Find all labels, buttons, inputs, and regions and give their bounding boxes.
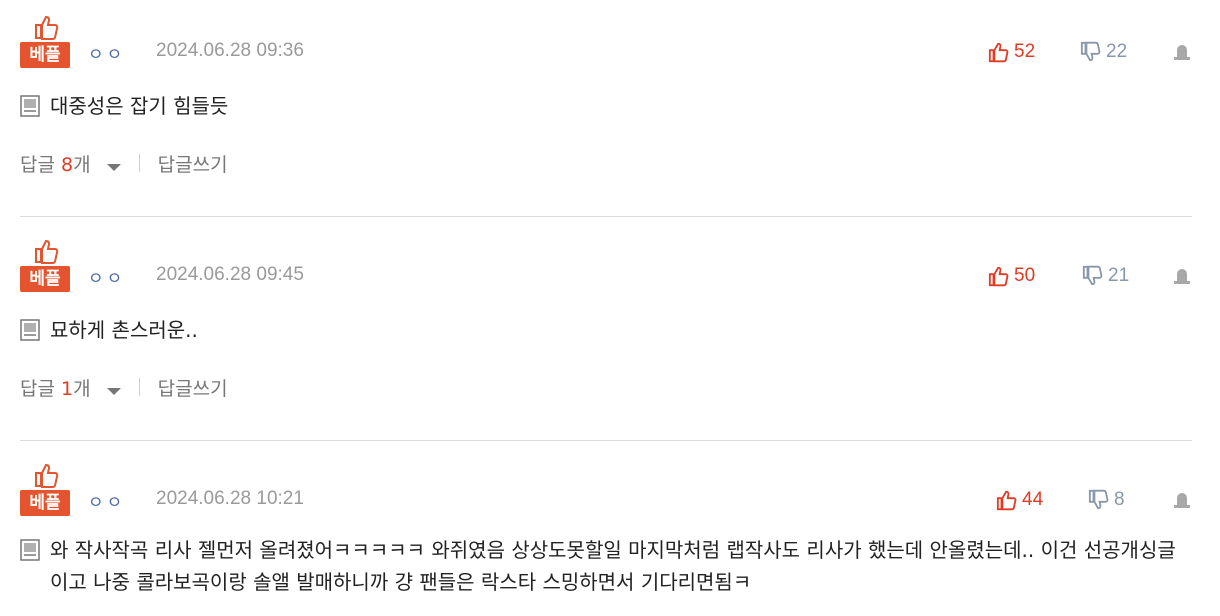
comment-date: 2024.06.28 09:45 xyxy=(156,264,304,285)
best-label: 베플 xyxy=(20,266,70,292)
upvote-button[interactable]: 50 xyxy=(988,264,1035,288)
reply-count: 8 xyxy=(61,153,74,176)
report-icon[interactable] xyxy=(1172,490,1192,510)
reply-count: 1 xyxy=(61,377,74,400)
thumbs-up-icon xyxy=(35,463,59,488)
downvote-count: 8 xyxy=(1114,489,1125,510)
report-icon[interactable] xyxy=(1172,42,1192,62)
upvote-count: 50 xyxy=(1014,265,1036,286)
best-comment-badge: 베플 xyxy=(20,238,72,292)
comment-item: 베플 ㅇㅇ 2024.06.28 09:45 50 21 묘하게 촌스러운.. … xyxy=(20,234,1192,440)
downvote-count: 22 xyxy=(1106,41,1128,62)
reply-label: 답글 xyxy=(20,377,55,400)
reply-unit: 개 xyxy=(73,153,91,176)
comment-divider xyxy=(20,216,1192,217)
comment-meta: 베플 ㅇㅇ 2024.06.28 09:36 52 22 xyxy=(20,10,1192,70)
comment-date: 2024.06.28 09:36 xyxy=(156,40,304,61)
thumbs-up-icon xyxy=(996,490,1017,511)
thumbs-down-icon xyxy=(1080,41,1101,62)
best-label: 베플 xyxy=(20,490,70,516)
downvote-button[interactable]: 21 xyxy=(1082,264,1129,288)
nickname[interactable]: ㅇㅇ xyxy=(88,264,125,289)
downvote-count: 21 xyxy=(1108,265,1130,286)
nickname[interactable]: ㅇㅇ xyxy=(88,40,125,65)
thumbs-up-icon xyxy=(988,266,1009,287)
thumbs-down-icon xyxy=(1082,265,1103,286)
best-comment-badge: 베플 xyxy=(20,462,72,516)
comment-divider xyxy=(20,440,1192,441)
thumbs-up-icon xyxy=(988,42,1009,63)
memo-icon xyxy=(20,95,40,117)
chevron-down-icon xyxy=(106,163,121,171)
best-comment-badge: 베플 xyxy=(20,14,72,68)
best-label: 베플 xyxy=(20,42,70,68)
nickname[interactable]: ㅇㅇ xyxy=(88,488,125,513)
reply-unit: 개 xyxy=(73,377,91,400)
divider xyxy=(138,154,140,172)
comment-item: 베플 ㅇㅇ 2024.06.28 10:21 44 8 와 작사작곡 리사 젤먼… xyxy=(20,458,1192,616)
comment-body: 대중성은 잡기 힘들듯 xyxy=(20,90,1192,122)
write-reply-button[interactable]: 답글쓰기 xyxy=(158,374,228,401)
reply-label: 답글 xyxy=(20,153,55,176)
upvote-button[interactable]: 44 xyxy=(996,488,1043,512)
upvote-button[interactable]: 52 xyxy=(988,40,1035,64)
reply-toggle[interactable]: 답글 1개 xyxy=(20,374,121,401)
memo-icon xyxy=(20,539,40,561)
thumbs-down-icon xyxy=(1088,489,1109,510)
comment-meta: 베플 ㅇㅇ 2024.06.28 10:21 44 8 xyxy=(20,458,1192,518)
downvote-button[interactable]: 8 xyxy=(1088,488,1125,512)
comment-text: 대중성은 잡기 힘들듯 xyxy=(50,94,229,118)
report-icon[interactable] xyxy=(1172,266,1192,286)
thumbs-up-icon xyxy=(35,15,59,40)
comment-body: 묘하게 촌스러운.. xyxy=(20,314,1192,346)
thumbs-up-icon xyxy=(35,239,59,264)
chevron-down-icon xyxy=(106,387,121,395)
comment-text: 와 작사작곡 리사 젤먼저 올려졌어ㅋㅋㅋㅋㅋ 와쥐였음 상상도못할일 마지막처… xyxy=(50,538,1176,594)
memo-icon xyxy=(20,319,40,341)
downvote-button[interactable]: 22 xyxy=(1080,40,1127,64)
comment-text: 묘하게 촌스러운.. xyxy=(50,318,198,342)
comment-body: 와 작사작곡 리사 젤먼저 올려졌어ㅋㅋㅋㅋㅋ 와쥐였음 상상도못할일 마지막처… xyxy=(20,534,1192,598)
upvote-count: 52 xyxy=(1014,41,1036,62)
comment-item: 베플 ㅇㅇ 2024.06.28 09:36 52 22 대중성은 잡기 힘들듯… xyxy=(20,10,1192,216)
write-reply-button[interactable]: 답글쓰기 xyxy=(158,150,228,177)
reply-toolbar: 답글 8개 답글쓰기 xyxy=(20,148,228,178)
comment-meta: 베플 ㅇㅇ 2024.06.28 09:45 50 21 xyxy=(20,234,1192,294)
reply-toolbar: 답글 1개 답글쓰기 xyxy=(20,372,228,402)
comment-date: 2024.06.28 10:21 xyxy=(156,488,304,509)
upvote-count: 44 xyxy=(1022,489,1044,510)
reply-toggle[interactable]: 답글 8개 xyxy=(20,150,121,177)
divider xyxy=(138,378,140,396)
